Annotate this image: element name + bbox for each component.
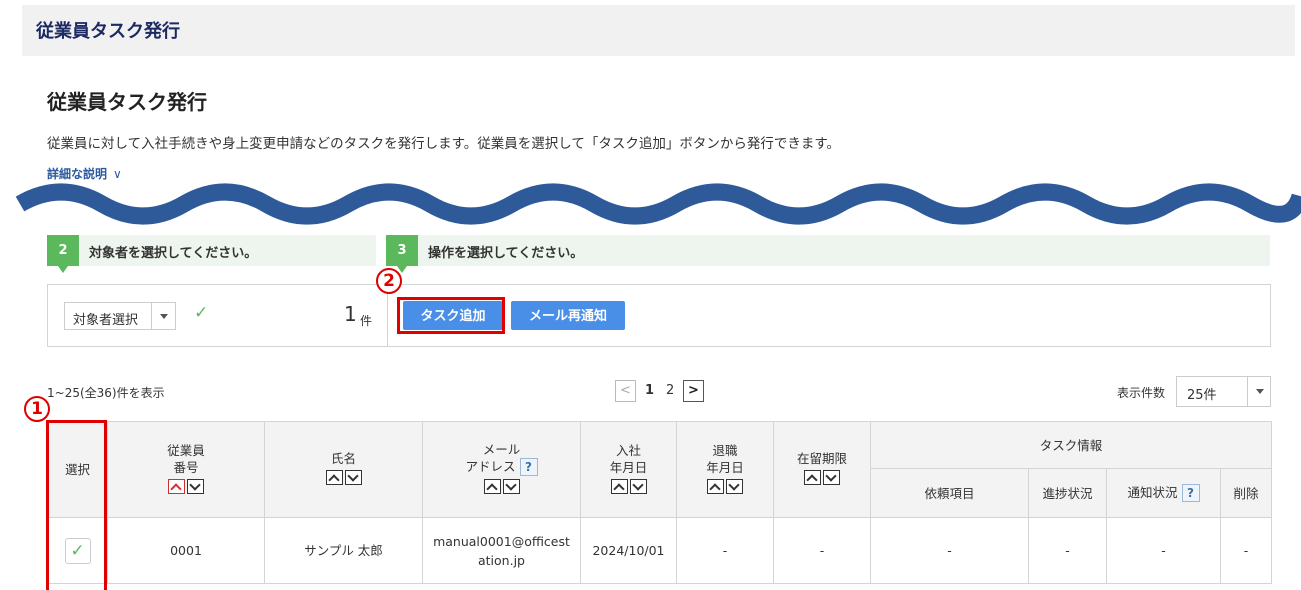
per-page-label: 表示件数 — [1117, 386, 1166, 400]
header-label: タスク情報 — [1039, 437, 1103, 453]
join-date-cell: 2024/10/01 — [580, 517, 677, 584]
sort-ascending-icon[interactable] — [610, 478, 628, 494]
header-label: 入社 — [615, 442, 641, 458]
column-header-request: 依頼項目 — [870, 468, 1029, 518]
sort-ascending-icon[interactable] — [804, 470, 821, 485]
notice-cell: - — [1106, 517, 1221, 584]
page-link-2[interactable]: 2 — [666, 383, 674, 398]
column-header-notice: 通知状況? — [1106, 468, 1221, 518]
caret-down-icon[interactable] — [151, 303, 175, 329]
header-label: 進捗状況 — [1042, 485, 1093, 501]
sort-controls — [804, 470, 840, 485]
progress-cell: - — [1028, 517, 1107, 584]
header-label: 依頼項目 — [924, 485, 975, 501]
sort-descending-icon[interactable] — [344, 470, 362, 485]
step-number: 2 — [47, 235, 79, 273]
header-label: 番号 — [173, 459, 199, 475]
check-icon: ✓ — [194, 303, 209, 323]
header-label: 通知状況 — [1127, 484, 1178, 500]
sort-controls — [168, 478, 204, 494]
panel-divider — [387, 285, 388, 346]
highlight-box-select-column — [46, 420, 107, 590]
selected-count: 1 — [344, 302, 357, 326]
sort-descending-icon[interactable] — [726, 478, 743, 494]
step-select-target: 2 対象者を選択してください。 — [47, 235, 376, 273]
leave-date-cell: - — [676, 517, 774, 584]
step-label: 操作を選択してください。 — [428, 246, 584, 261]
header-label: 従業員 — [167, 442, 205, 458]
page-link-1[interactable]: 1 — [645, 383, 654, 398]
header-title: 従業員タスク発行 — [36, 21, 180, 42]
next-page-button[interactable]: > — [683, 380, 704, 402]
mail-text: manual0001@officest — [433, 533, 570, 549]
column-header-employee-number: 従業員 番号 — [107, 421, 265, 518]
header-label: 年月日 — [609, 459, 648, 475]
residence-limit-cell: - — [773, 517, 871, 584]
header-label: メール — [482, 441, 521, 457]
employee-number-cell: 0001 — [107, 517, 265, 584]
name-cell: サンプル 太郎 — [264, 517, 423, 584]
selected-count-unit: 件 — [360, 314, 373, 328]
page-title: 従業員タスク発行 — [47, 90, 207, 114]
column-header-name: 氏名 — [264, 421, 423, 518]
header-label: 氏名 — [330, 451, 356, 466]
step-label: 対象者を選択してください。 — [89, 246, 258, 261]
sort-ascending-icon[interactable] — [325, 470, 343, 485]
help-icon[interactable]: ? — [1181, 484, 1200, 503]
request-cell: - — [870, 517, 1029, 584]
target-select-dropdown[interactable]: 対象者選択 — [64, 302, 176, 330]
sort-descending-icon[interactable] — [187, 478, 204, 494]
delete-cell: - — [1219, 517, 1273, 584]
header-label: 在留期限 — [796, 451, 847, 466]
resend-mail-button[interactable]: メール再通知 — [511, 301, 625, 330]
sort-ascending-icon[interactable] — [483, 479, 501, 495]
wave-divider — [15, 183, 1301, 225]
column-header-join-date: 入社 年月日 — [580, 421, 677, 518]
caret-down-icon[interactable] — [1247, 377, 1270, 406]
sort-descending-icon[interactable] — [629, 478, 647, 494]
table-row: ✓ 0001 サンプル 太郎 manual0001@officest ation.… — [47, 517, 1273, 584]
sort-ascending-icon[interactable] — [707, 478, 724, 494]
column-header-progress: 進捗状況 — [1028, 468, 1107, 518]
column-header-mail: メール アドレス? — [422, 421, 581, 518]
header-label: 退職 — [712, 442, 738, 458]
employee-table: 選択 従業員 番号 氏名 メール アドレス? 入社 年月日 退職 年月日 在留期… — [47, 421, 1273, 584]
prev-page-button[interactable]: < — [615, 380, 636, 402]
sort-controls — [707, 478, 743, 494]
column-header-residence-limit: 在留期限 — [773, 421, 871, 518]
sort-controls — [325, 470, 362, 485]
highlight-box-add-task — [397, 297, 505, 334]
annotation-marker-1: 1 — [24, 396, 50, 422]
header-label: 年月日 — [706, 459, 744, 475]
help-icon[interactable]: ? — [519, 458, 538, 477]
step-number: 3 — [386, 235, 418, 273]
mail-text: ation.jp — [478, 552, 525, 568]
sort-descending-icon[interactable] — [823, 470, 840, 485]
column-header-leave-date: 退職 年月日 — [676, 421, 774, 518]
annotation-marker-2: 2 — [376, 268, 402, 294]
sort-controls — [483, 479, 520, 495]
step-select-operation: 3 操作を選択してください。 — [386, 235, 1270, 273]
header-label: アドレス — [465, 458, 516, 474]
column-group-task-info: タスク情報 — [869, 421, 1273, 469]
operation-panel: 対象者選択 ✓ 1 件 タスク追加 メール再通知 — [47, 284, 1271, 347]
page-description: 従業員に対して入社手続きや身上変更申請などのタスクを発行します。従業員を選択して… — [47, 136, 840, 152]
result-range-text: 1~25(全36)件を表示 — [47, 386, 165, 400]
top-header-bar: 従業員タスク発行 — [22, 5, 1295, 56]
header-label: 削除 — [1233, 485, 1259, 501]
sort-ascending-icon[interactable] — [168, 478, 185, 494]
sort-descending-icon[interactable] — [502, 479, 520, 495]
column-header-delete: 削除 — [1219, 468, 1273, 518]
per-page-value: 25件 — [1187, 388, 1217, 403]
mail-cell: manual0001@officest ation.jp — [422, 517, 581, 584]
sort-controls — [610, 478, 647, 494]
target-select-label: 対象者選択 — [73, 313, 139, 328]
per-page-select[interactable]: 25件 — [1176, 376, 1271, 407]
